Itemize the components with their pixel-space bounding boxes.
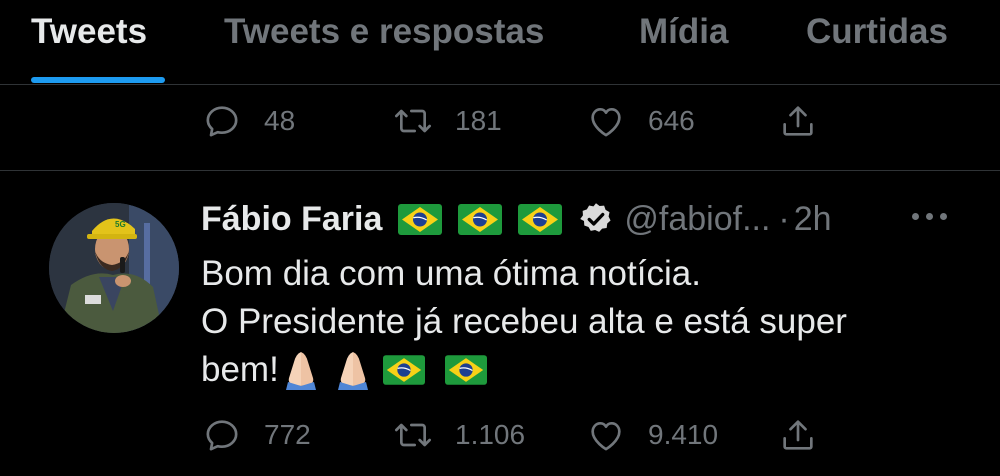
header-separator: · (778, 199, 790, 238)
reply-button[interactable]: 772 (202, 410, 311, 460)
retweet-button[interactable]: 181 (393, 96, 502, 146)
tweet-actions: 772 1.106 9.410 (0, 410, 1000, 460)
tweet-text-line: Bom dia com uma ótima notícia. (201, 254, 701, 293)
retweet-button[interactable]: 1.106 (393, 410, 525, 460)
retweet-icon (395, 423, 431, 447)
tweet-header: Fábio Faria @fabiof... · 2h (201, 196, 832, 242)
retweet-count: 1.106 (455, 419, 526, 450)
verified-badge-icon (580, 203, 611, 232)
active-tab-indicator (31, 77, 165, 83)
tab-tweets[interactable]: Tweets (31, 12, 147, 52)
praying-hands-emoji (337, 352, 368, 390)
praying-hands-emoji (285, 352, 316, 390)
reply-count: 48 (264, 105, 296, 136)
tweet-text-fragment: bem! (201, 350, 279, 389)
share-icon (783, 106, 813, 136)
reply-button[interactable]: 48 (202, 96, 295, 146)
brazil-flag-emoji (518, 203, 563, 235)
tweet-text-line: O Presidente já recebeu alta e está supe… (201, 302, 847, 341)
like-count: 646 (648, 105, 695, 136)
brazil-flag-emoji (458, 203, 503, 235)
avatar-photo: 5G (49, 203, 179, 333)
tweet-divider (0, 170, 1000, 171)
share-icon (783, 420, 813, 450)
author-handle[interactable]: @fabiof... (624, 200, 770, 239)
brazil-flag-emoji (382, 355, 425, 385)
reply-count: 772 (264, 419, 311, 450)
retweet-count: 181 (455, 105, 502, 136)
retweet-icon (395, 109, 431, 133)
like-button[interactable]: 9.410 (586, 410, 718, 460)
more-icon[interactable] (912, 206, 948, 226)
avatar[interactable]: 5G (49, 203, 179, 333)
reply-icon (206, 106, 238, 137)
brazil-flag-emoji (444, 355, 487, 385)
like-count: 9.410 (648, 419, 719, 450)
heart-icon (591, 422, 621, 451)
tweet-text: Bom dia com uma ótima notícia. O Preside… (201, 250, 981, 394)
tab-tweets-and-replies[interactable]: Tweets e respostas (224, 12, 544, 52)
tab-likes[interactable]: Curtidas (806, 12, 948, 52)
heart-icon (591, 108, 621, 137)
reply-icon (206, 420, 238, 451)
profile-tabs: Tweets Tweets e respostas Mídia Curtidas (0, 0, 1000, 85)
prev-tweet-actions: 48 181 646 (0, 96, 1000, 146)
brazil-flag-emoji (398, 203, 443, 235)
share-button[interactable] (778, 96, 818, 146)
share-button[interactable] (778, 410, 818, 460)
like-button[interactable]: 646 (586, 96, 695, 146)
svg-text:5G: 5G (115, 220, 126, 229)
tab-media[interactable]: Mídia (639, 12, 728, 52)
tweet-text-line: bem! (201, 346, 981, 394)
tweet-timestamp[interactable]: 2h (794, 200, 832, 239)
author-name[interactable]: Fábio Faria (201, 200, 382, 239)
